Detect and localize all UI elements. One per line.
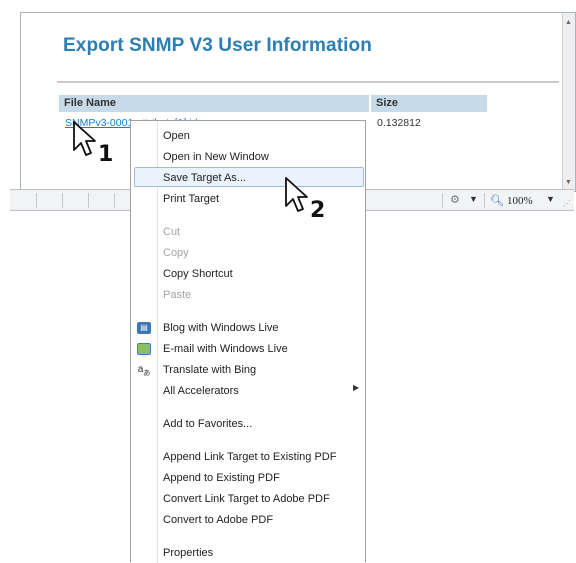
context-menu: Open Open in New Window Save Target As..…	[130, 120, 366, 563]
translate-icon: aあ	[137, 364, 151, 377]
mouse-pointer-icon	[73, 121, 96, 156]
status-divider	[62, 193, 63, 208]
status-divider	[484, 193, 485, 208]
menu-item-copy: Copy	[163, 247, 189, 259]
callout-step-number: 2	[310, 198, 326, 223]
submenu-arrow-icon: ▶	[353, 383, 360, 392]
status-divider	[88, 193, 89, 208]
menu-item-add-to-favorites[interactable]: Add to Favorites...	[163, 417, 252, 431]
zoom-value: 100%	[506, 195, 533, 207]
menu-item-translate-with-bing[interactable]: Translate with Bing	[163, 363, 256, 377]
blog-icon: ▤	[137, 322, 151, 334]
chevron-down-icon[interactable]: ▼	[469, 194, 478, 204]
resize-grip-icon[interactable]: ⋰	[563, 199, 571, 208]
zoom-magnifier-icon: 🔍︎	[490, 195, 504, 207]
menu-item-properties[interactable]: Properties	[163, 546, 213, 560]
menu-item-append-link-target-to-existing-pdf[interactable]: Append Link Target to Existing PDF	[163, 450, 336, 464]
vertical-scrollbar[interactable]: ▲ ▼	[562, 13, 575, 191]
status-divider	[442, 193, 443, 208]
zoom-dropdown-icon[interactable]: ▼	[546, 194, 555, 204]
menu-item-save-target-as[interactable]: Save Target As...	[163, 171, 246, 185]
status-divider	[36, 193, 37, 208]
menu-item-print-target[interactable]: Print Target	[163, 192, 219, 206]
callout-step-number: 1	[98, 142, 114, 167]
title-divider	[57, 81, 559, 83]
menu-item-copy-shortcut[interactable]: Copy Shortcut	[163, 267, 233, 281]
scroll-up-arrow-icon[interactable]: ▲	[565, 19, 572, 26]
menu-item-convert-to-adobe-pdf[interactable]: Convert to Adobe PDF	[163, 513, 273, 527]
menu-item-paste: Paste	[163, 289, 192, 301]
menu-item-convert-link-target-to-adobe-pdf[interactable]: Convert Link Target to Adobe PDF	[163, 492, 330, 506]
menu-item-cut: Cut	[163, 226, 181, 238]
menu-item-blog-with-windows-live[interactable]: Blog with Windows Live	[163, 321, 279, 335]
status-divider	[114, 193, 115, 208]
security-zone-icon[interactable]: ⚙	[450, 193, 460, 206]
scroll-down-arrow-icon[interactable]: ▼	[565, 179, 572, 186]
zoom-level[interactable]: 🔍︎ 100%	[490, 194, 533, 207]
menu-item-open-in-new-window[interactable]: Open in New Window	[163, 150, 269, 164]
menu-icon-column-divider	[157, 121, 158, 563]
file-size-value: 0.132812	[377, 117, 421, 129]
menu-item-open[interactable]: Open	[163, 129, 190, 143]
column-header-file-name: File Name	[59, 95, 369, 112]
menu-item-append-to-existing-pdf[interactable]: Append to Existing PDF	[163, 471, 280, 485]
email-icon	[137, 343, 151, 355]
page-title: Export SNMP V3 User Information	[63, 35, 372, 56]
column-header-size: Size	[371, 95, 487, 112]
mouse-pointer-icon	[285, 177, 308, 212]
menu-item-all-accelerators[interactable]: All Accelerators	[163, 384, 239, 398]
menu-item-email-with-windows-live[interactable]: E-mail with Windows Live	[163, 342, 288, 356]
